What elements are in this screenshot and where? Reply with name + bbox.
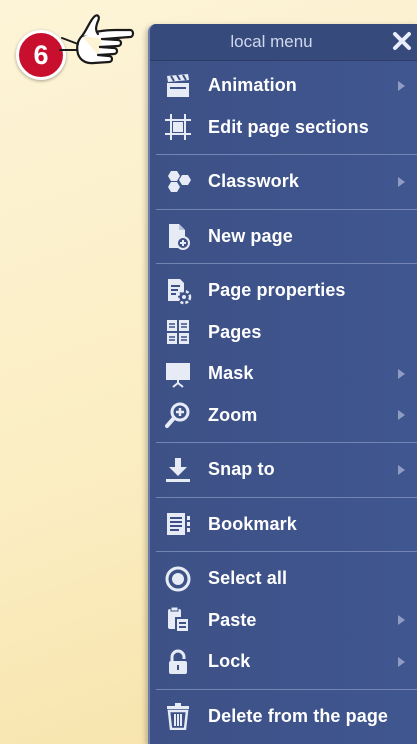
menu-item-pages[interactable]: Pages [150,312,417,354]
menu-item-paste[interactable]: Paste [150,600,417,642]
menu-separator [156,688,417,690]
pages-grid-icon [162,316,194,348]
menu-item-snap-to[interactable]: Snap to [150,449,417,491]
new-page-icon [162,220,194,252]
menu-item-label: Delete from the page [208,705,389,726]
menu-item-label: Lock [208,651,251,672]
menu-separator [156,154,417,155]
menu-item-label: Pages [208,321,262,342]
menu-item-page-properties[interactable]: Page properties [150,270,417,312]
bookmark-list-icon [162,508,194,540]
menu-item-label: Zoom [208,404,258,425]
menu-item-label: Edit page sections [208,116,369,137]
menu-item-edit-page-sections[interactable]: Edit page sections [150,107,417,149]
close-icon[interactable] [391,30,413,52]
menu-item-lock[interactable]: Lock [150,641,417,683]
menu-item-label: Animation [208,75,297,96]
menu-title: local menu [230,32,313,51]
trash-icon [162,700,194,732]
pointing-hand-icon [52,10,136,80]
padlock-icon [162,646,194,678]
menu-item-label: Page properties [208,280,346,301]
menu-separator [156,551,417,552]
mask-screen-icon [162,358,194,390]
menu-separator [156,496,417,498]
menu-separator [156,442,417,443]
menu-item-label: Paste [208,609,257,630]
zoom-in-icon [162,399,194,431]
menu-item-bookmark[interactable]: Bookmark [150,504,417,546]
menu-item-delete-from-page[interactable]: Delete from the page [150,696,417,738]
crop-frame-icon [162,111,194,143]
submenu-arrow-icon [398,464,405,475]
menu-separator [156,263,417,264]
menu-item-label: Classwork [208,171,299,192]
classwork-hexagons-icon [162,166,194,198]
submenu-arrow-icon [398,80,405,91]
snap-download-icon [162,454,194,486]
submenu-arrow-icon [398,656,405,667]
menu-separator [156,208,417,210]
clapperboard-icon [162,70,194,102]
menu-item-select-all[interactable]: Select all [150,558,417,600]
menu-item-classwork[interactable]: Classwork [150,161,417,203]
submenu-arrow-icon [398,176,405,187]
menu-item-new-page[interactable]: New page [150,216,417,258]
local-menu-panel: local menu Animation Edit page sections … [148,24,417,744]
submenu-arrow-icon [398,368,405,379]
menu-header: local menu [150,24,417,61]
submenu-arrow-icon [398,615,405,626]
menu-item-label: Mask [208,363,254,384]
submenu-arrow-icon [398,410,405,421]
paste-clipboard-icon [162,604,194,636]
page-settings-icon [162,275,194,307]
menu-item-mask[interactable]: Mask [150,353,417,395]
select-all-radio-icon [162,563,194,595]
menu-item-label: Bookmark [208,513,297,534]
menu-item-label: Select all [208,568,288,589]
menu-item-label: Snap to [208,459,275,480]
menu-item-label: New page [208,225,293,246]
menu-item-animation[interactable]: Animation [150,65,417,107]
menu-item-zoom[interactable]: Zoom [150,395,417,437]
